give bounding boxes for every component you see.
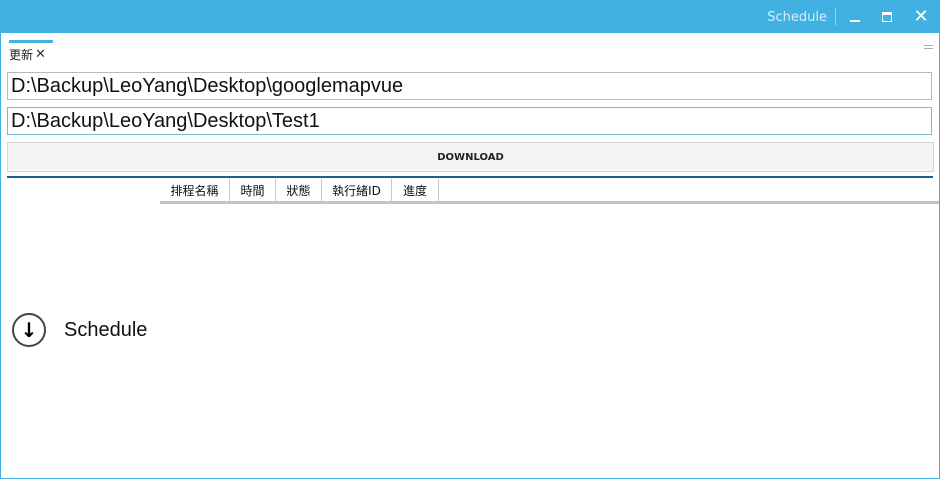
tab-label: 更新 — [9, 47, 34, 62]
nav-item-schedule[interactable]: ↓ Schedule — [12, 312, 172, 348]
source-path-input[interactable] — [7, 72, 932, 100]
maximize-button[interactable] — [871, 1, 903, 33]
nav-item-label: Schedule — [64, 318, 148, 341]
schedule-table-header: 排程名稱 時間 狀態 執行緒ID 進度 — [160, 179, 439, 201]
column-header-thread-id[interactable]: 執行緒ID — [322, 179, 392, 201]
app-window: Schedule ✕ 更新 ✕ DOWNLOAD 排程名稱 時間 狀態 執行緒I… — [0, 0, 940, 479]
column-header-progress[interactable]: 進度 — [392, 179, 439, 201]
maximize-icon — [882, 12, 892, 22]
minimize-icon — [850, 20, 860, 22]
title-bar[interactable]: Schedule ✕ — [1, 1, 939, 33]
progress-line — [7, 176, 933, 178]
title-separator — [835, 8, 836, 26]
column-header-schedule-name[interactable]: 排程名稱 — [160, 179, 230, 201]
window-title: Schedule — [767, 10, 827, 25]
arrow-down-circle-icon: ↓ — [12, 313, 46, 347]
minimize-button[interactable] — [839, 1, 871, 33]
close-icon: ✕ — [913, 6, 929, 27]
table-header-rule — [160, 201, 939, 204]
tab-bar: 更新 ✕ — [1, 33, 939, 63]
close-button[interactable]: ✕ — [905, 1, 937, 33]
column-header-status[interactable]: 狀態 — [276, 179, 322, 201]
tab-update[interactable]: 更新 ✕ — [9, 40, 53, 65]
tab-close-icon[interactable]: ✕ — [35, 47, 46, 62]
target-path-input[interactable] — [7, 107, 932, 135]
download-button[interactable]: DOWNLOAD — [7, 142, 934, 172]
tab-menu-icon[interactable] — [924, 45, 933, 51]
column-header-time[interactable]: 時間 — [230, 179, 276, 201]
